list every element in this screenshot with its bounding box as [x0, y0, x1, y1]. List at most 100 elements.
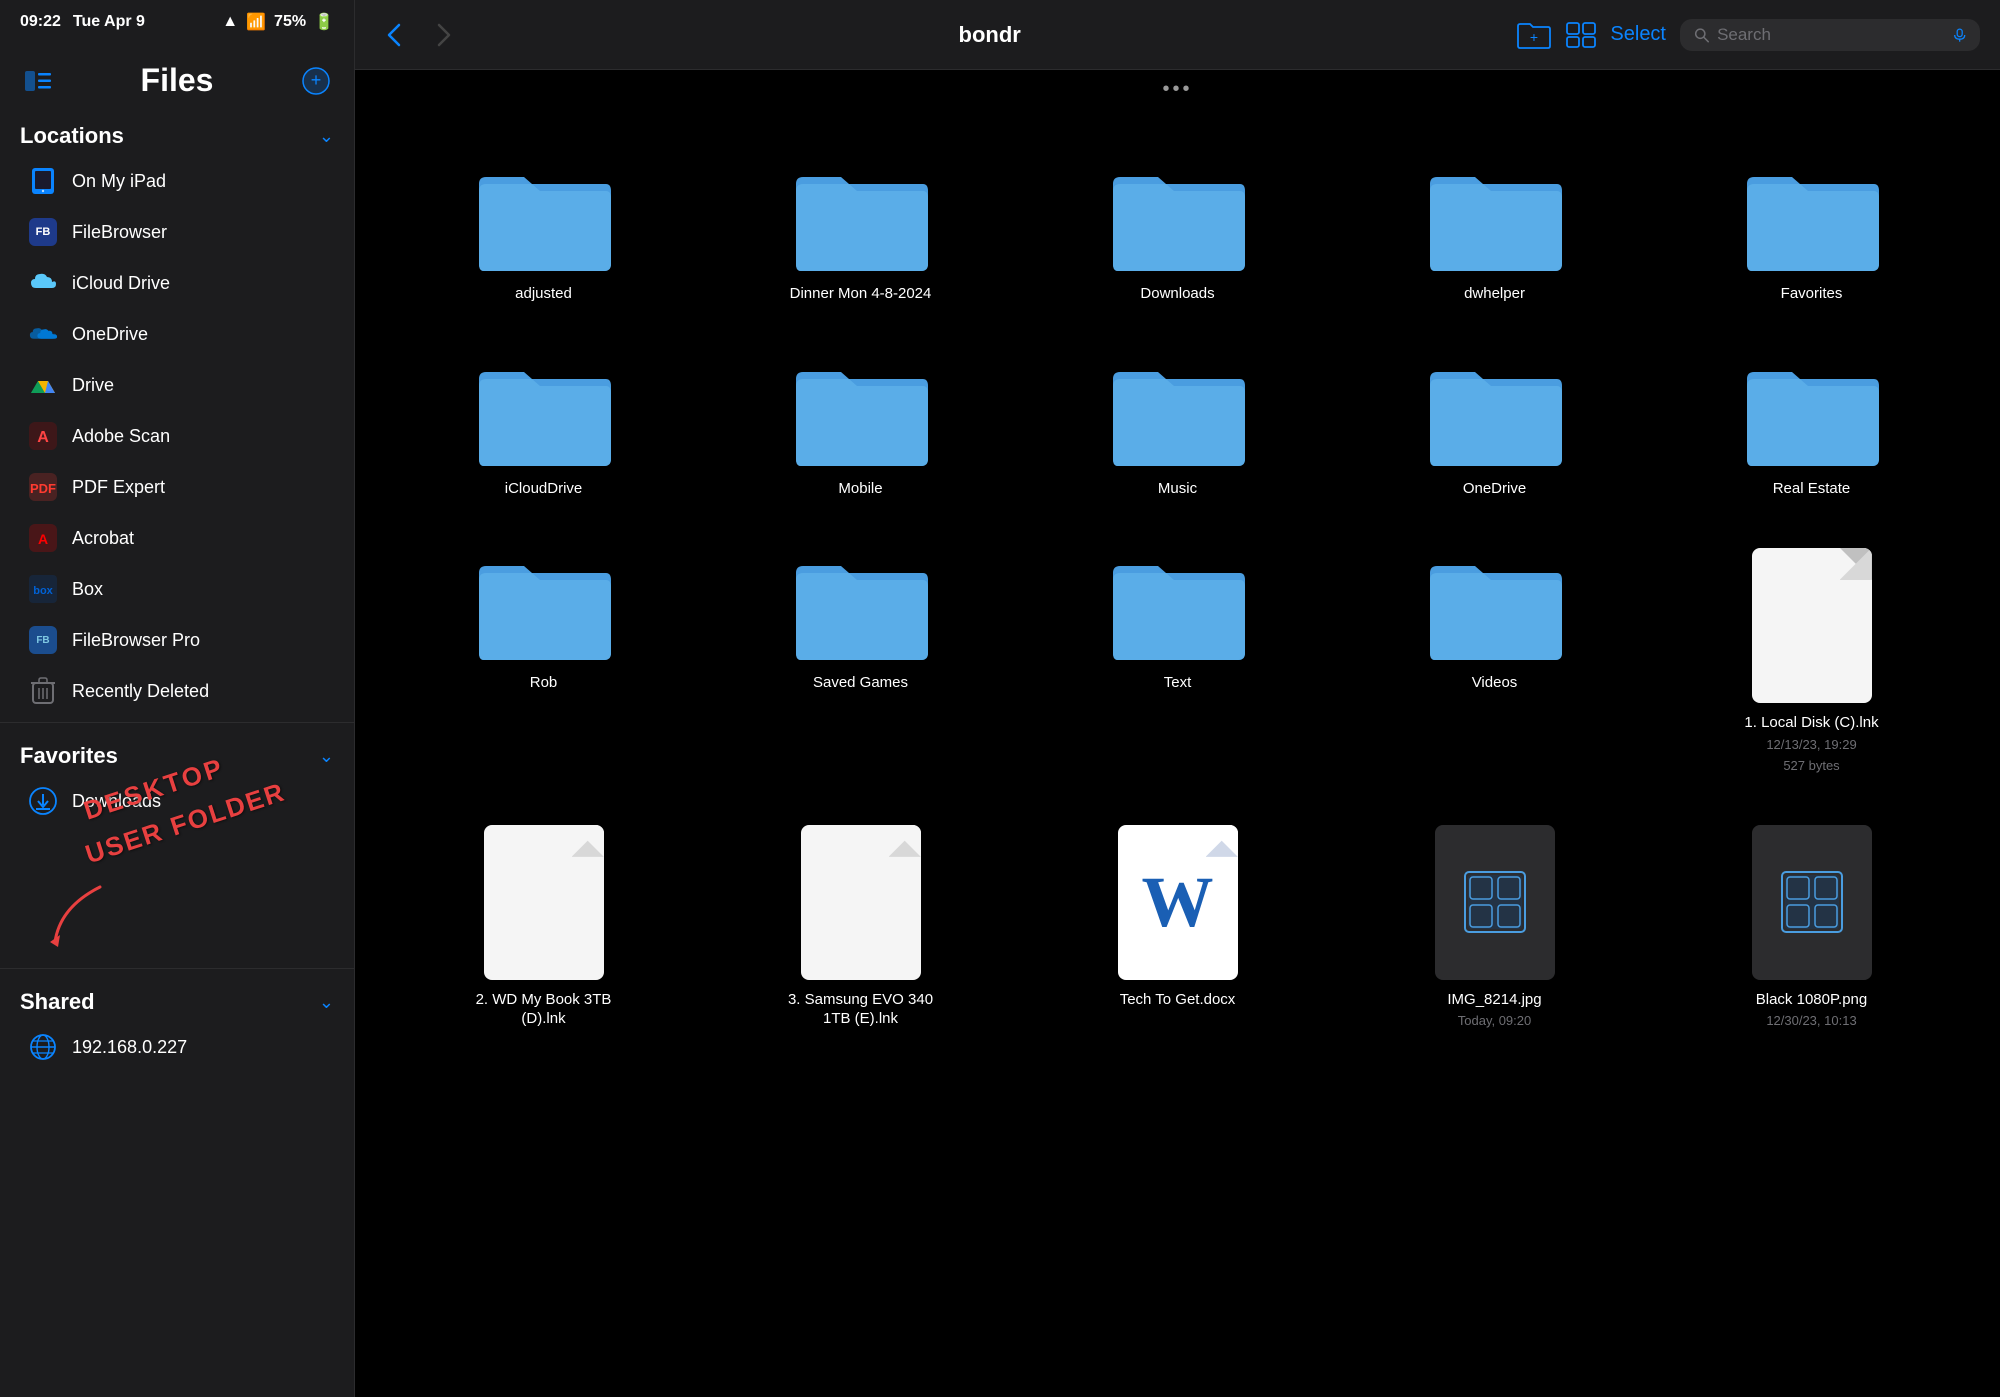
folder-item-dwhelper[interactable]: dwhelper: [1346, 149, 1643, 314]
sidebar-item-on-my-ipad[interactable]: On My iPad: [8, 156, 346, 206]
file-name-local-disk: 1. Local Disk (C).lnk: [1744, 713, 1878, 733]
folder-name-onedrive: OneDrive: [1463, 479, 1526, 499]
sidebar-item-filebrowser[interactable]: FB FileBrowser: [8, 207, 346, 257]
folder-icon-real-estate: [1742, 354, 1882, 469]
file-item-local-disk[interactable]: 1. Local Disk (C).lnk 12/13/23, 19:29 52…: [1663, 538, 1960, 785]
document-icon-local-disk: [1752, 548, 1872, 703]
folder-item-videos[interactable]: Videos: [1346, 538, 1643, 785]
shared-chevron-icon[interactable]: ⌄: [319, 992, 334, 1013]
drag-indicator: •••: [355, 70, 2000, 109]
pdfexpert-icon: PDF: [28, 472, 58, 502]
sidebar-item-adobe-scan[interactable]: A Adobe Scan: [8, 411, 346, 461]
location-icon: ▲: [222, 13, 238, 31]
folder-name-text: Text: [1164, 673, 1192, 693]
sidebar-item-onedrive[interactable]: OneDrive: [8, 309, 346, 359]
svg-text:+: +: [1530, 29, 1538, 45]
image-icon-black1080p: [1752, 825, 1872, 980]
main-toolbar: bondr + Select: [355, 0, 2000, 70]
folder-item-rob[interactable]: Rob: [395, 538, 692, 785]
select-button[interactable]: Select: [1610, 23, 1666, 46]
file-item-wd-my-book[interactable]: 2. WD My Book 3TB (D).lnk: [395, 815, 692, 1041]
folder-name-downloads: Downloads: [1140, 284, 1214, 304]
folder-name-dwhelper: dwhelper: [1464, 284, 1525, 304]
sidebar-item-pdf-expert[interactable]: PDF PDF Expert: [8, 462, 346, 512]
sidebar-label-onedrive: OneDrive: [72, 324, 148, 345]
sidebar-item-recently-deleted[interactable]: Recently Deleted: [8, 666, 346, 716]
view-toggle-button[interactable]: [1566, 22, 1596, 48]
document-icon-wd: [484, 825, 604, 980]
file-item-black-1080p[interactable]: Black 1080P.png 12/30/23, 10:13: [1663, 815, 1960, 1041]
sidebar-toggle-icon[interactable]: [20, 63, 56, 99]
file-item-samsung-evo[interactable]: 3. Samsung EVO 340 1TB (E).lnk: [712, 815, 1009, 1041]
icloud-icon: [28, 268, 58, 298]
folder-icon-music: [1108, 354, 1248, 469]
sidebar-label-icloud: iCloud Drive: [72, 273, 170, 294]
folder-item-text[interactable]: Text: [1029, 538, 1326, 785]
svg-text:box: box: [33, 585, 53, 597]
wifi-icon: 📶: [246, 12, 266, 32]
sidebar-label-adobescan: Adobe Scan: [72, 426, 170, 447]
search-icon: [1694, 26, 1709, 44]
file-name-black1080p: Black 1080P.png: [1756, 990, 1867, 1010]
forward-button[interactable]: [425, 16, 463, 54]
svg-text:+: +: [311, 70, 322, 90]
sidebar-scroll-area: Locations ⌄ On My iPad FB FileBrowser: [0, 109, 354, 1397]
folder-item-adjusted[interactable]: adjusted: [395, 149, 692, 314]
time-display: 09:22: [20, 13, 61, 31]
sidebar-divider-2: [0, 968, 354, 969]
sidebar-label-downloads: Downloads: [72, 791, 161, 812]
locations-chevron-icon[interactable]: ⌄: [319, 126, 334, 147]
folder-icon-rob: [474, 548, 614, 663]
sidebar-item-downloads-favorite[interactable]: Downloads: [8, 776, 346, 826]
sidebar-label-recently-deleted: Recently Deleted: [72, 681, 209, 702]
sidebar-item-drive[interactable]: Drive: [8, 360, 346, 410]
svg-text:A: A: [37, 429, 49, 446]
folder-icon-dwhelper: [1425, 159, 1565, 274]
file-meta-black1080p: 12/30/23, 10:13: [1766, 1012, 1856, 1030]
sidebar-item-acrobat[interactable]: A Acrobat: [8, 513, 346, 563]
sidebar-item-ip-address[interactable]: 192.168.0.227: [8, 1022, 346, 1072]
add-location-button[interactable]: +: [298, 63, 334, 99]
folder-icon-icloudrive: [474, 354, 614, 469]
svg-text:A: A: [38, 531, 48, 547]
microphone-icon[interactable]: [1953, 27, 1966, 43]
folder-item-favorites[interactable]: Favorites: [1663, 149, 1960, 314]
new-folder-button[interactable]: +: [1516, 20, 1552, 50]
sidebar-label-filebrowser: FileBrowser: [72, 222, 167, 243]
onedrive-icon: [28, 319, 58, 349]
folder-item-icloudrive[interactable]: iCloudDrive: [395, 344, 692, 509]
network-icon: [28, 1032, 58, 1062]
file-meta-local-disk-date: 12/13/23, 19:29: [1766, 736, 1856, 754]
folder-item-onedrive[interactable]: OneDrive: [1346, 344, 1643, 509]
file-grid: adjusted Dinner Mon 4-8-2024 Downloads: [355, 109, 2000, 1081]
folder-name-music: Music: [1158, 479, 1197, 499]
folder-item-music[interactable]: Music: [1029, 344, 1326, 509]
shared-title: Shared: [20, 989, 95, 1015]
downloads-fav-icon: [28, 786, 58, 816]
folder-item-downloads[interactable]: Downloads: [1029, 149, 1326, 314]
sidebar-item-filebrowser-pro[interactable]: FB FileBrowser Pro: [8, 615, 346, 665]
back-button[interactable]: [375, 16, 413, 54]
folder-name-icloudrive: iCloudDrive: [505, 479, 583, 499]
folder-item-saved-games[interactable]: Saved Games: [712, 538, 1009, 785]
folder-name-adjusted: adjusted: [515, 284, 572, 304]
breadcrumb: bondr: [475, 22, 1504, 48]
folder-name-real-estate: Real Estate: [1773, 479, 1851, 499]
folder-name-mobile: Mobile: [838, 479, 882, 499]
folder-item-real-estate[interactable]: Real Estate: [1663, 344, 1960, 509]
sidebar-title: Files: [141, 62, 214, 99]
file-meta-local-disk-size: 527 bytes: [1783, 757, 1839, 775]
folder-item-mobile[interactable]: Mobile: [712, 344, 1009, 509]
sidebar-item-icloud-drive[interactable]: iCloud Drive: [8, 258, 346, 308]
favorites-chevron-icon[interactable]: ⌄: [319, 746, 334, 767]
shared-section-header: Shared ⌄: [0, 975, 354, 1021]
file-item-tech-to-get[interactable]: W Tech To Get.docx: [1029, 815, 1326, 1041]
word-icon-tech: W: [1118, 825, 1238, 980]
folder-item-dinner-mon[interactable]: Dinner Mon 4-8-2024: [712, 149, 1009, 314]
ipad-icon: [28, 166, 58, 196]
battery-icon: 🔋: [314, 12, 334, 32]
document-icon-samsung: [801, 825, 921, 980]
file-item-img-8214[interactable]: IMG_8214.jpg Today, 09:20: [1346, 815, 1643, 1041]
sidebar-item-box[interactable]: box Box: [8, 564, 346, 614]
search-input[interactable]: [1717, 25, 1945, 45]
